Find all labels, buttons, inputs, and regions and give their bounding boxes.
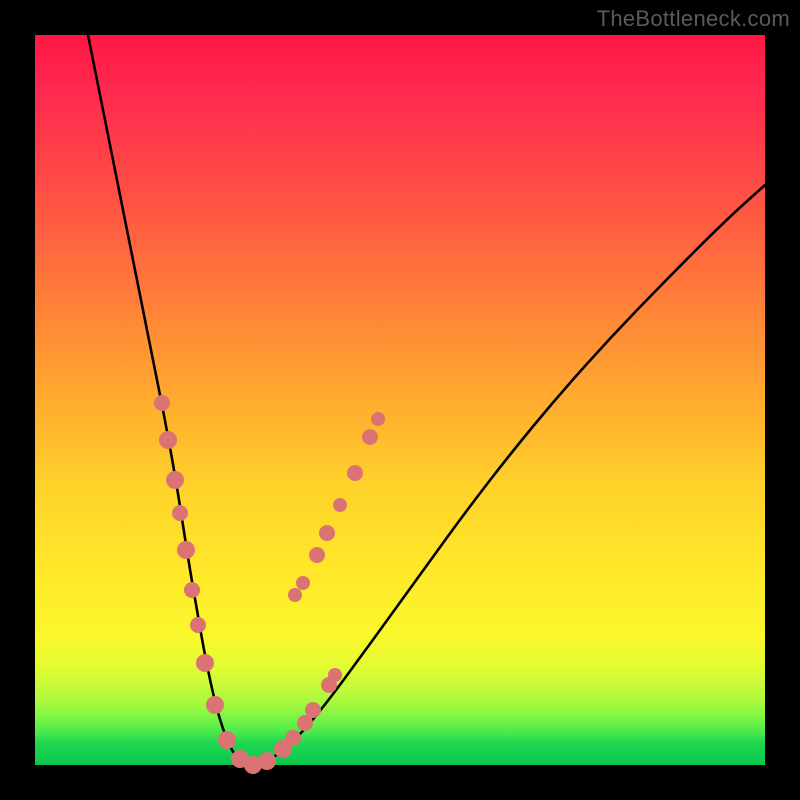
scatter-marker xyxy=(285,730,301,746)
scatter-marker xyxy=(305,702,321,718)
plot-area xyxy=(35,35,765,765)
scatter-marker xyxy=(371,412,385,426)
scatter-marker xyxy=(196,654,214,672)
scatter-marker xyxy=(166,471,184,489)
scatter-marker xyxy=(309,547,325,563)
scatter-marker xyxy=(319,525,335,541)
scatter-marker xyxy=(184,582,200,598)
scatter-marker xyxy=(288,588,302,602)
scatter-marker xyxy=(258,752,276,770)
scatter-marker xyxy=(177,541,195,559)
scatter-marker xyxy=(362,429,378,445)
scatter-marker xyxy=(172,505,188,521)
chart-frame: TheBottleneck.com xyxy=(0,0,800,800)
bottleneck-curve-path xyxy=(88,35,765,764)
watermark-text: TheBottleneck.com xyxy=(597,6,790,32)
scatter-marker xyxy=(218,731,236,749)
scatter-marker xyxy=(206,696,224,714)
scatter-marker xyxy=(328,668,342,682)
scatter-marker xyxy=(347,465,363,481)
scatter-marker xyxy=(159,431,177,449)
scatter-marker xyxy=(190,617,206,633)
scatter-marker xyxy=(296,576,310,590)
chart-overlay-svg xyxy=(35,35,765,765)
scatter-marker xyxy=(333,498,347,512)
scatter-markers xyxy=(154,395,385,774)
scatter-marker xyxy=(154,395,170,411)
